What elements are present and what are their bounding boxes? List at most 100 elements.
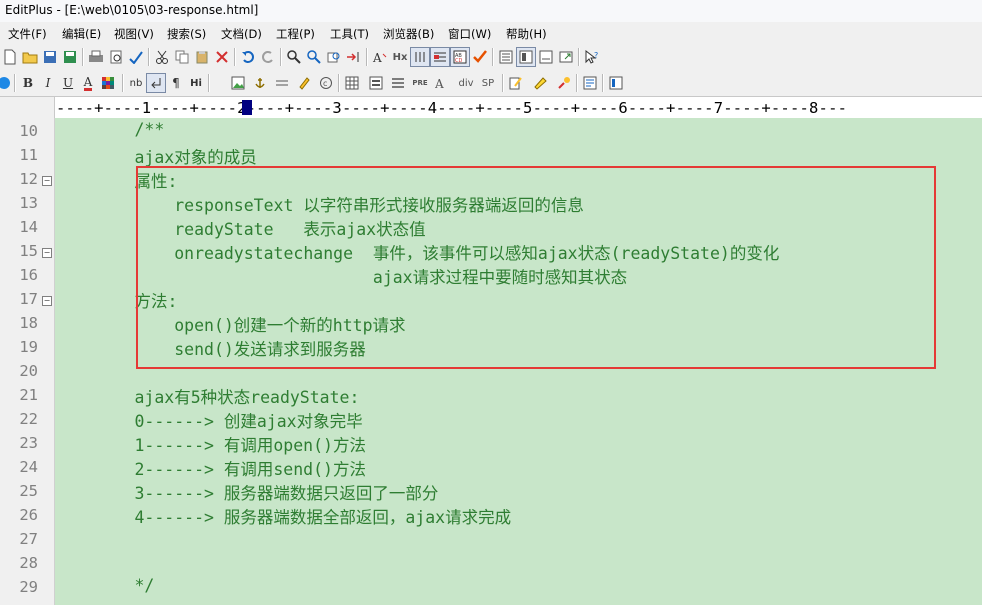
ruler-gutter bbox=[0, 97, 55, 118]
italic-label: I bbox=[45, 76, 51, 90]
ruler-cursor-marker bbox=[242, 100, 252, 115]
print-icon[interactable] bbox=[86, 47, 106, 67]
menu-window[interactable]: 窗口(W) bbox=[448, 26, 491, 42]
browser-icon[interactable] bbox=[0, 73, 14, 93]
find-icon[interactable] bbox=[284, 47, 304, 67]
paste-icon[interactable] bbox=[192, 47, 212, 67]
code-line[interactable]: */ bbox=[55, 576, 154, 595]
preview-icon[interactable] bbox=[580, 73, 600, 93]
image-icon[interactable] bbox=[228, 73, 248, 93]
highlight-icon[interactable] bbox=[530, 73, 550, 93]
paragraph-button[interactable]: ¶ bbox=[166, 73, 186, 93]
code-line[interactable]: ajax对象的成员 bbox=[55, 144, 256, 168]
table-icon[interactable] bbox=[342, 73, 362, 93]
line-number: 24 bbox=[19, 458, 38, 476]
save-icon[interactable] bbox=[40, 47, 60, 67]
anchor-icon[interactable] bbox=[250, 73, 270, 93]
directory-window-icon[interactable] bbox=[496, 47, 516, 67]
color-picker-icon[interactable] bbox=[98, 73, 118, 93]
menu-document[interactable]: 文档(D) bbox=[221, 26, 262, 42]
span-button[interactable]: SP bbox=[478, 73, 498, 93]
font-color-label: A bbox=[83, 74, 93, 91]
line-number: 20 bbox=[19, 362, 38, 380]
toolbar-separator bbox=[338, 74, 340, 92]
spell-check-icon[interactable] bbox=[126, 47, 146, 67]
goto-line-icon[interactable] bbox=[344, 47, 364, 67]
checkmark-icon[interactable] bbox=[470, 47, 490, 67]
menu-project[interactable]: 工程(P) bbox=[276, 26, 315, 42]
open-folder-icon[interactable] bbox=[20, 47, 40, 67]
line-number: 10 bbox=[19, 122, 38, 140]
replace-icon[interactable] bbox=[304, 47, 324, 67]
help-pointer-icon[interactable]: ? bbox=[582, 47, 602, 67]
div-button[interactable]: div bbox=[456, 73, 476, 93]
code-line[interactable]: 4------> 服务器端数据全部返回，ajax请求完成 bbox=[55, 504, 511, 528]
toolbar-separator bbox=[148, 48, 150, 66]
italic-button[interactable]: I bbox=[38, 73, 58, 93]
code-line[interactable]: /** bbox=[55, 120, 164, 139]
fold-toggle-icon[interactable]: − bbox=[42, 296, 52, 306]
marker-icon[interactable] bbox=[294, 73, 314, 93]
menu-edit[interactable]: 编辑(E) bbox=[62, 26, 101, 42]
tool-icon[interactable] bbox=[554, 73, 574, 93]
line-number: 14 bbox=[19, 218, 38, 236]
pre-button[interactable]: PRE bbox=[410, 73, 430, 93]
copyright-icon[interactable]: c bbox=[316, 73, 336, 93]
bold-label: B bbox=[22, 76, 34, 90]
line-number: 21 bbox=[19, 386, 38, 404]
font-icon[interactable]: A bbox=[370, 47, 390, 67]
fold-toggle-icon[interactable]: − bbox=[42, 248, 52, 258]
menu-file[interactable]: 文件(F) bbox=[8, 26, 47, 42]
redo-icon[interactable] bbox=[258, 47, 278, 67]
html-toolbar: B I U A nb ¶ Hi c PRE A div SP bbox=[0, 70, 982, 97]
cliptext-window-icon[interactable] bbox=[536, 47, 556, 67]
heading-button[interactable]: Hi bbox=[186, 73, 206, 93]
menu-help[interactable]: 帮助(H) bbox=[506, 26, 547, 42]
nbsp-button[interactable]: nb bbox=[126, 73, 146, 93]
new-file-icon[interactable] bbox=[0, 47, 20, 67]
line-number: 28 bbox=[19, 554, 38, 572]
copy-icon[interactable] bbox=[172, 47, 192, 67]
menu-browser[interactable]: 浏览器(B) bbox=[383, 26, 434, 42]
print-preview-icon[interactable] bbox=[106, 47, 126, 67]
bold-button[interactable]: B bbox=[18, 73, 38, 93]
line-break-button[interactable] bbox=[146, 73, 166, 93]
cut-icon[interactable] bbox=[152, 47, 172, 67]
output-window-icon[interactable] bbox=[516, 47, 536, 67]
form-icon[interactable] bbox=[366, 73, 386, 93]
menu-tools[interactable]: 工具(T) bbox=[330, 26, 369, 42]
full-screen-icon[interactable] bbox=[556, 47, 576, 67]
svg-text:A: A bbox=[372, 51, 382, 64]
column-marker-icon[interactable]: AB CD bbox=[450, 47, 470, 67]
find-in-files-icon[interactable] bbox=[324, 47, 344, 67]
font-color-button[interactable]: A bbox=[78, 73, 98, 93]
toolbar-separator bbox=[502, 74, 504, 92]
toolbar-separator bbox=[14, 74, 16, 92]
toolbar-separator bbox=[208, 74, 210, 92]
code-line[interactable]: 0------> 创建ajax对象完毕 bbox=[55, 408, 362, 432]
window-list-icon[interactable] bbox=[606, 73, 626, 93]
list-icon[interactable] bbox=[388, 73, 408, 93]
column-ruler: ----+----1----+----2----+----3----+----4… bbox=[0, 97, 982, 118]
word-wrap-icon[interactable] bbox=[410, 47, 430, 67]
code-line[interactable]: 3------> 服务器端数据只返回了一部分 bbox=[55, 480, 438, 504]
line-number-icon[interactable] bbox=[430, 47, 450, 67]
hx-label: Hx bbox=[392, 51, 408, 63]
toolbar-separator bbox=[280, 48, 282, 66]
underline-button[interactable]: U bbox=[58, 73, 78, 93]
line-number: 15 bbox=[19, 242, 38, 260]
html-header-icon[interactable]: Hx bbox=[390, 47, 410, 67]
menu-view[interactable]: 视图(V) bbox=[114, 26, 154, 42]
code-line[interactable]: ajax有5种状态readyState: bbox=[55, 384, 359, 408]
undo-icon[interactable] bbox=[238, 47, 258, 67]
fold-toggle-icon[interactable]: − bbox=[42, 176, 52, 186]
horizontal-rule-icon[interactable] bbox=[272, 73, 292, 93]
div-label: div bbox=[458, 77, 474, 89]
insert-image-icon[interactable]: A bbox=[432, 73, 452, 93]
code-line[interactable]: 2------> 有调用send()方法 bbox=[55, 456, 366, 480]
delete-icon[interactable] bbox=[212, 47, 232, 67]
edit-icon[interactable] bbox=[506, 73, 526, 93]
save-all-icon[interactable] bbox=[60, 47, 80, 67]
code-line[interactable]: 1------> 有调用open()方法 bbox=[55, 432, 366, 456]
menu-search[interactable]: 搜索(S) bbox=[167, 26, 206, 42]
